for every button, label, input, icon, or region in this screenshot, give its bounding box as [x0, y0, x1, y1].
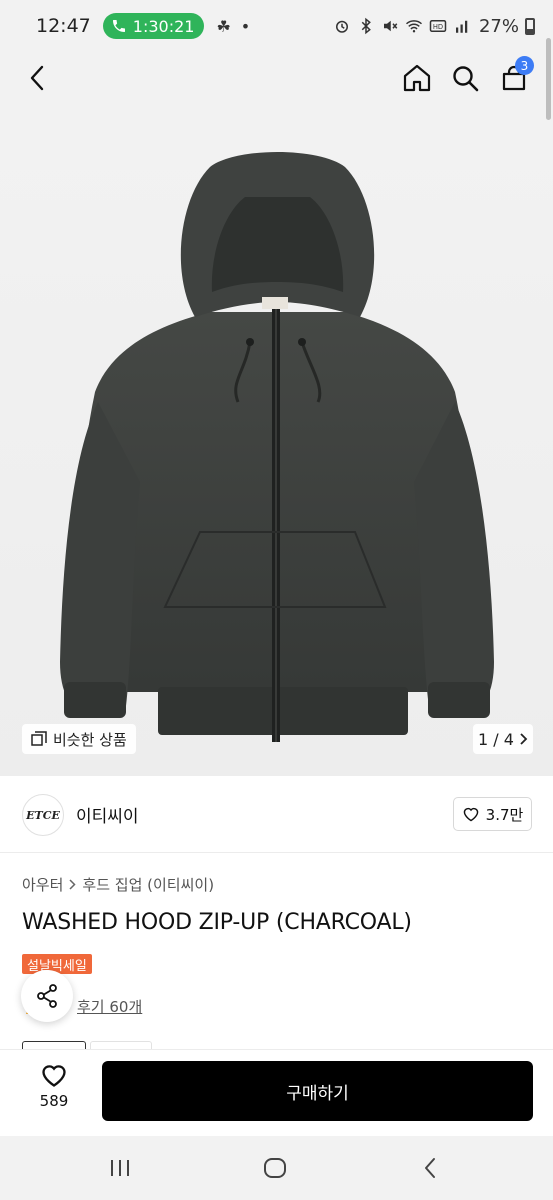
gallery-page-indicator[interactable]: 1 / 4 [473, 724, 533, 754]
battery-icon [525, 17, 535, 35]
home-nav-icon [264, 1158, 286, 1178]
heart-outline-icon [463, 807, 478, 822]
similar-products-label: 비슷한 상품 [53, 730, 127, 749]
option-tab-active[interactable] [22, 1041, 86, 1049]
phone-icon [112, 20, 125, 32]
cart-button[interactable]: 3 [494, 56, 534, 98]
similar-icon [31, 731, 47, 746]
option-tab[interactable] [90, 1041, 152, 1049]
hd-icon: HD [429, 20, 447, 32]
mute-icon [383, 20, 398, 32]
system-nav-bar [0, 1136, 553, 1200]
product-image-gallery[interactable]: 비슷한 상품 1 / 4 [0, 102, 553, 776]
cart-count-badge: 3 [515, 56, 534, 75]
breadcrumb-subcategory[interactable]: 후드 집업 (이티씨이) [82, 874, 214, 895]
breadcrumb: 아우터 후드 집업 (이티씨이) [22, 874, 214, 895]
home-icon [403, 64, 431, 92]
brand-logo[interactable]: ETCE [22, 794, 64, 836]
status-extra-icons: ☘ • [216, 17, 250, 36]
similar-products-button[interactable]: 비슷한 상품 [22, 724, 136, 754]
page-indicator-text: 1 / 4 [478, 729, 514, 749]
brand-row[interactable]: ETCE 이티씨이 3.7만 [0, 776, 553, 853]
status-bar: 12:47 1:30:21 ☘ • HD 27% [0, 0, 553, 52]
home-button[interactable] [397, 58, 437, 98]
status-time: 12:47 [36, 15, 91, 37]
share-button[interactable] [21, 970, 73, 1022]
wishlist-count: 589 [39, 1092, 69, 1110]
review-link[interactable]: 후기 60개 [77, 996, 142, 1017]
back-nav-icon [425, 1158, 435, 1178]
product-photo [60, 152, 494, 742]
signal-icon [455, 20, 468, 33]
wishlist-button[interactable]: 589 [26, 1062, 82, 1110]
chevron-right-icon [69, 879, 76, 890]
product-title: WASHED HOOD ZIP-UP (CHARCOAL) [22, 910, 412, 935]
home-nav-button[interactable] [255, 1152, 295, 1184]
svg-text:HD: HD [433, 23, 443, 31]
search-icon [453, 66, 479, 92]
brand-like-button[interactable]: 3.7만 [453, 797, 532, 831]
share-icon [37, 984, 57, 1008]
brand-like-count: 3.7만 [485, 805, 524, 824]
recent-apps-icon [111, 1160, 129, 1176]
top-header: 3 [0, 52, 553, 102]
scroll-indicator[interactable] [546, 38, 551, 120]
app-notification-icon: ☘ [216, 16, 231, 36]
heart-icon [42, 1065, 66, 1087]
bluetooth-icon [361, 17, 371, 35]
buy-button[interactable]: 구매하기 [102, 1061, 533, 1121]
back-icon [30, 65, 44, 91]
recent-apps-button[interactable] [100, 1152, 140, 1184]
call-duration: 1:30:21 [132, 16, 195, 36]
call-indicator[interactable]: 1:30:21 [102, 13, 205, 39]
alarm-icon [335, 20, 348, 33]
back-button[interactable] [18, 58, 58, 98]
brand-name[interactable]: 이티씨이 [76, 802, 139, 827]
battery-percent: 27% [478, 15, 519, 37]
wifi-icon [405, 20, 422, 33]
breadcrumb-category[interactable]: 아우터 [22, 874, 63, 895]
back-nav-button[interactable] [410, 1152, 450, 1184]
status-right-icons: HD 27% [333, 16, 535, 37]
bottom-action-bar: 589 구매하기 [0, 1049, 553, 1136]
chevron-right-icon [520, 733, 528, 745]
more-dot-icon: • [240, 16, 251, 36]
search-button[interactable] [445, 58, 485, 98]
